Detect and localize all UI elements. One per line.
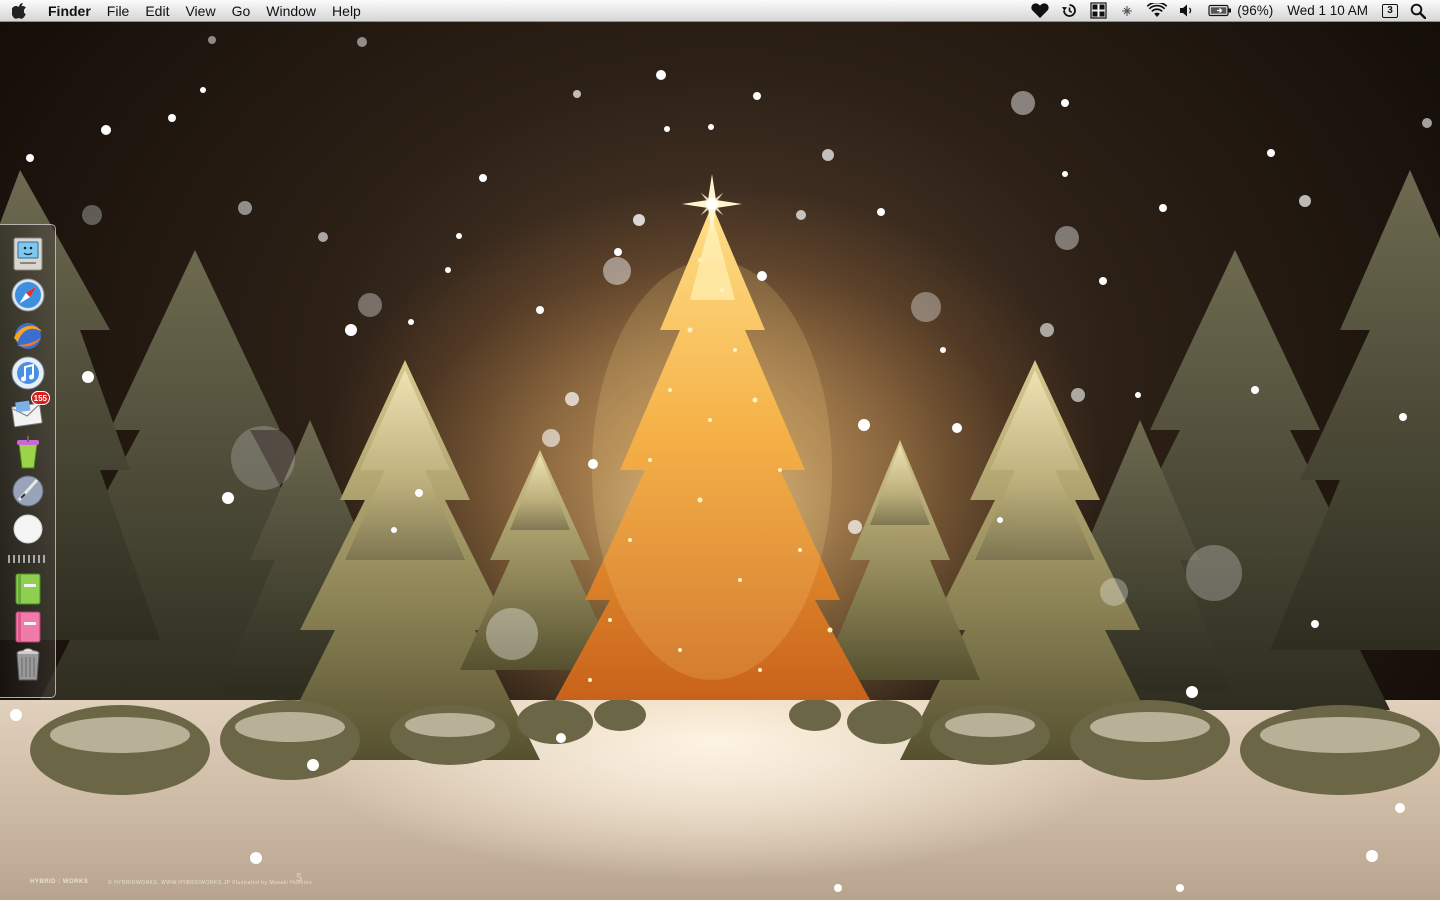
menu-app-finder[interactable]: Finder — [38, 0, 99, 22]
dock-item-mail[interactable]: 155 — [10, 391, 50, 431]
volume-icon[interactable] — [1173, 0, 1202, 22]
spotlight-icon[interactable] — [1404, 0, 1432, 22]
browser-icon — [14, 323, 42, 349]
spaces-icon[interactable] — [1084, 0, 1113, 22]
spaces-number-icon[interactable]: 3 — [1376, 0, 1404, 22]
menu-view[interactable]: View — [177, 0, 223, 22]
safari-icon — [11, 278, 45, 312]
pink-notebook-icon — [15, 611, 41, 643]
menu-file[interactable]: File — [99, 0, 138, 22]
dock-item-safari[interactable] — [10, 277, 46, 313]
bluetooth-icon[interactable] — [1113, 0, 1141, 22]
battery-icon[interactable] — [1202, 0, 1235, 22]
finder-icon — [13, 237, 43, 271]
dock-separator — [8, 555, 48, 563]
menu-bar: Finder File Edit View Go Window Help (96… — [0, 0, 1440, 22]
adium-icon — [17, 436, 39, 469]
dock-item-browser[interactable] — [10, 317, 46, 353]
wallpaper-watermark-credits: © HYBRIDWORKS. WWW.HYBRIDWORKS.JP Illust… — [108, 880, 313, 886]
green-notebook-icon — [15, 573, 41, 605]
dock-item-white-ball[interactable] — [10, 511, 46, 547]
white-ball-icon — [13, 514, 43, 544]
time-machine-icon[interactable] — [1055, 0, 1084, 22]
trash-icon — [16, 648, 40, 681]
christmas-trees-illustration — [0, 36, 1440, 892]
dock-item-adium[interactable] — [10, 435, 46, 471]
dock-item-trash[interactable] — [10, 647, 46, 683]
dock-item-itunes[interactable] — [10, 355, 46, 391]
wallpaper-anniversary-mark: 5 — [296, 870, 303, 884]
spaces-number: 3 — [1382, 3, 1398, 18]
menu-help[interactable]: Help — [324, 0, 369, 22]
dock-item-script-editor[interactable] — [10, 473, 46, 509]
clock[interactable]: Wed 1 10 AM — [1279, 0, 1376, 22]
dock-item-pink-folder[interactable] — [10, 609, 46, 645]
menu-edit[interactable]: Edit — [137, 0, 177, 22]
script-editor-icon — [12, 475, 44, 507]
apple-icon[interactable] — [0, 0, 38, 22]
mail-unread-badge: 155 — [30, 391, 50, 405]
menu-go[interactable]: Go — [224, 0, 259, 22]
heart-icon[interactable] — [1025, 0, 1055, 22]
dock: 155 — [0, 224, 56, 698]
dock-item-finder[interactable] — [10, 237, 46, 273]
wallpaper-watermark-logo: HYBRID : WORKS — [30, 879, 89, 885]
battery-percent[interactable]: (96%) — [1235, 0, 1279, 22]
itunes-icon — [11, 356, 45, 390]
dock-item-green-folder[interactable] — [10, 571, 46, 607]
wifi-icon[interactable] — [1141, 0, 1173, 22]
menu-window[interactable]: Window — [258, 0, 324, 22]
